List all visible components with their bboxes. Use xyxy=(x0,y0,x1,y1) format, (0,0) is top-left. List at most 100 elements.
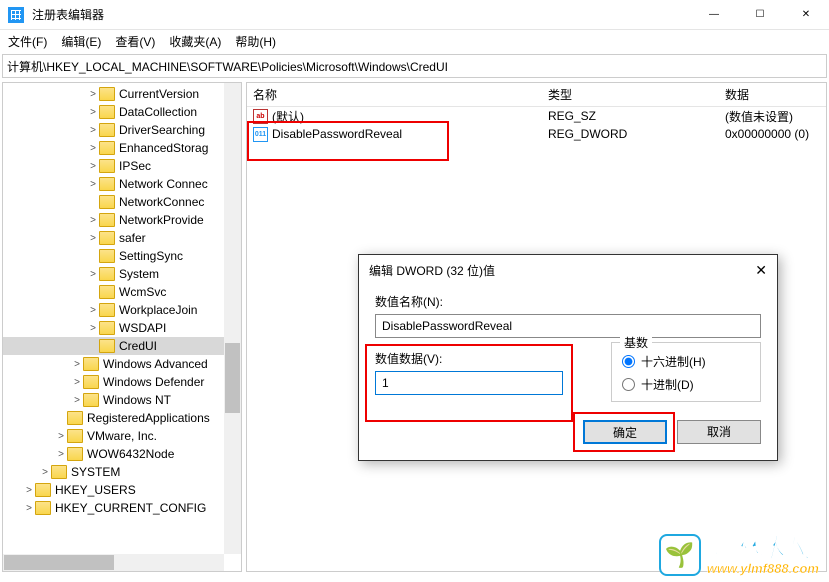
folder-icon xyxy=(35,483,51,497)
tree-label: SettingSync xyxy=(119,249,183,263)
folder-icon xyxy=(99,303,115,317)
scrollbar-thumb[interactable] xyxy=(225,343,240,413)
tree-item[interactable]: >WorkplaceJoin xyxy=(3,301,241,319)
window-controls: — ☐ ✕ xyxy=(691,0,829,30)
folder-icon xyxy=(99,105,115,119)
menubar: 文件(F) 编辑(E) 查看(V) 收藏夹(A) 帮助(H) xyxy=(0,30,829,52)
tree-item[interactable]: RegisteredApplications xyxy=(3,409,241,427)
expand-icon[interactable]: > xyxy=(71,359,83,370)
expand-icon[interactable]: > xyxy=(87,143,99,154)
tree-item[interactable]: > WSDAPI xyxy=(3,319,241,337)
list-row[interactable]: ab(默认)REG_SZ(数值未设置) xyxy=(247,107,826,125)
tree-label: Windows NT xyxy=(103,393,171,407)
folder-icon xyxy=(99,141,115,155)
expand-icon[interactable]: > xyxy=(71,395,83,406)
cell-type: REG_DWORD xyxy=(542,127,719,141)
expand-icon[interactable]: > xyxy=(87,323,99,334)
cell-type: REG_SZ xyxy=(542,109,719,123)
name-field[interactable] xyxy=(375,314,761,338)
close-button[interactable]: ✕ xyxy=(783,0,829,30)
tree-item[interactable]: >Windows Advanced xyxy=(3,355,241,373)
radio-hex-label: 十六进制(H) xyxy=(641,353,706,370)
tree-label: SYSTEM xyxy=(71,465,120,479)
menu-view[interactable]: 查看(V) xyxy=(115,33,155,50)
tree-item[interactable]: WcmSvc xyxy=(3,283,241,301)
tree-item[interactable]: > SYSTEM xyxy=(3,463,241,481)
ok-button[interactable]: 确定 xyxy=(583,420,667,444)
radio-hex-input[interactable] xyxy=(622,355,635,368)
tree-item[interactable]: >VMware, Inc. xyxy=(3,427,241,445)
maximize-button[interactable]: ☐ xyxy=(737,0,783,30)
tree-label: WSDAPI xyxy=(119,321,166,335)
folder-icon xyxy=(99,267,115,281)
expand-icon[interactable]: > xyxy=(87,89,99,100)
expand-icon[interactable]: > xyxy=(87,125,99,136)
tree-item[interactable]: >HKEY_USERS xyxy=(3,481,241,499)
tree-label: WOW6432Node xyxy=(87,447,174,461)
list-row[interactable]: 011DisablePasswordRevealREG_DWORD0x00000… xyxy=(247,125,826,143)
expand-icon[interactable]: > xyxy=(55,449,67,460)
expand-icon[interactable]: > xyxy=(87,269,99,280)
folder-icon xyxy=(99,249,115,263)
radio-dec[interactable]: 十进制(D) xyxy=(622,376,750,393)
minimize-button[interactable]: — xyxy=(691,0,737,30)
expand-icon[interactable]: > xyxy=(87,107,99,118)
expand-icon[interactable]: > xyxy=(87,179,99,190)
menu-help[interactable]: 帮助(H) xyxy=(235,33,276,50)
tree-item[interactable]: SettingSync xyxy=(3,247,241,265)
tree-item[interactable]: >DriverSearching xyxy=(3,121,241,139)
value-name: DisablePasswordReveal xyxy=(272,127,402,141)
expand-icon[interactable]: > xyxy=(87,305,99,316)
expand-icon[interactable]: > xyxy=(23,485,35,496)
expand-icon[interactable]: > xyxy=(23,503,35,514)
tree-label: Windows Defender xyxy=(103,375,204,389)
value-input[interactable] xyxy=(375,371,563,395)
folder-icon xyxy=(99,321,115,335)
tree-item[interactable]: > safer xyxy=(3,229,241,247)
scrollbar-thumb[interactable] xyxy=(4,555,114,570)
expand-icon[interactable]: > xyxy=(87,161,99,172)
tree-item[interactable]: >DataCollection xyxy=(3,103,241,121)
scrollbar-horizontal[interactable] xyxy=(3,554,224,571)
tree-item[interactable]: >CurrentVersion xyxy=(3,85,241,103)
string-icon: ab xyxy=(253,109,268,124)
tree-item[interactable]: >System xyxy=(3,265,241,283)
expand-icon[interactable]: > xyxy=(87,215,99,226)
value-label: 数值数据(V): xyxy=(375,350,591,367)
address-bar[interactable]: 计算机\HKEY_LOCAL_MACHINE\SOFTWARE\Policies… xyxy=(2,54,827,78)
expand-icon[interactable]: > xyxy=(71,377,83,388)
tree-item[interactable]: > IPSec xyxy=(3,157,241,175)
tree-item[interactable]: CredUI xyxy=(3,337,241,355)
expand-icon[interactable]: > xyxy=(87,233,99,244)
folder-icon xyxy=(99,177,115,191)
dialog-body: 数值名称(N): 数值数据(V): 基数 十六进制(H) 十进制(D) xyxy=(359,285,777,460)
tree-item[interactable]: >NetworkProvide xyxy=(3,211,241,229)
tree-item[interactable]: >HKEY_CURRENT_CONFIG xyxy=(3,499,241,517)
menu-favorites[interactable]: 收藏夹(A) xyxy=(169,33,221,50)
menu-edit[interactable]: 编辑(E) xyxy=(61,33,101,50)
tree-item[interactable]: > Windows Defender xyxy=(3,373,241,391)
titlebar: 注册表编辑器 — ☐ ✕ xyxy=(0,0,829,30)
tree-item[interactable]: > Windows NT xyxy=(3,391,241,409)
expand-icon[interactable]: > xyxy=(39,467,51,478)
tree-label: IPSec xyxy=(119,159,151,173)
tree-item[interactable]: > WOW6432Node xyxy=(3,445,241,463)
col-data[interactable]: 数据 xyxy=(719,86,826,103)
radio-hex[interactable]: 十六进制(H) xyxy=(622,353,750,370)
watermark-brand: 雨林木风 xyxy=(707,535,819,561)
scrollbar-vertical[interactable] xyxy=(224,83,241,554)
tree-label: WcmSvc xyxy=(119,285,166,299)
cancel-button[interactable]: 取消 xyxy=(677,420,761,444)
col-name[interactable]: 名称 xyxy=(247,86,542,103)
tree-label: safer xyxy=(119,231,146,245)
tree-item[interactable]: >Network Connec xyxy=(3,175,241,193)
tree-item[interactable]: >EnhancedStorag xyxy=(3,139,241,157)
menu-file[interactable]: 文件(F) xyxy=(8,33,47,50)
tree-item[interactable]: NetworkConnec xyxy=(3,193,241,211)
col-type[interactable]: 类型 xyxy=(542,86,719,103)
folder-icon xyxy=(83,393,99,407)
dialog-title: 编辑 DWORD (32 位)值 xyxy=(369,262,755,279)
dialog-close-icon[interactable]: ✕ xyxy=(755,262,767,279)
radio-dec-input[interactable] xyxy=(622,378,635,391)
expand-icon[interactable]: > xyxy=(55,431,67,442)
